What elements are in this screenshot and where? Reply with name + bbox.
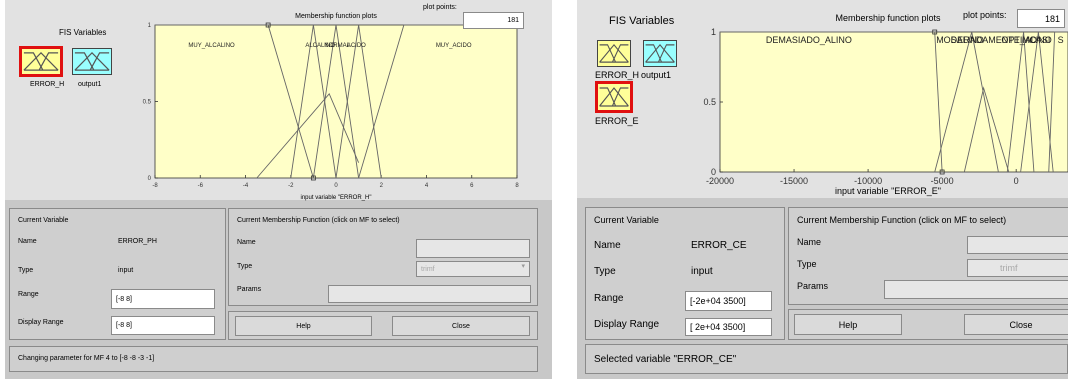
- left-type-label: Type: [18, 267, 34, 274]
- right-range-input[interactable]: [-2e+04 3500]: [685, 291, 772, 311]
- right-mf-name-input[interactable]: [967, 236, 1068, 254]
- left-plot-points-label: plot points:: [423, 4, 457, 11]
- right-plot-title: Membership function plots: [835, 13, 941, 23]
- right-mf-params-input[interactable]: [884, 280, 1068, 299]
- x-tick-label: 4: [425, 183, 429, 189]
- right-x-axis-label: input variable "ERROR_E": [835, 186, 941, 196]
- x-tick-label: -6: [198, 183, 204, 189]
- y-tick-label: 0.5: [143, 100, 152, 106]
- right-mf-params-label: Params: [797, 281, 829, 291]
- y-tick-label: 0: [148, 176, 152, 182]
- left-current-variable-panel: Current Variable Name ERROR_PH Type inpu…: [9, 208, 226, 340]
- right-mf-name-label: Name: [797, 237, 822, 247]
- chevron-down-icon: ▾: [521, 263, 525, 270]
- left-status-bar: Changing parameter for MF 4 to [-8 -8 -3…: [9, 346, 538, 372]
- left-current-variable-title: Current Variable: [18, 217, 69, 224]
- left-mf-params-label: Params: [237, 286, 262, 293]
- left-mf-plot[interactable]: Membership function plots input variable…: [5, 0, 552, 205]
- left-display-range-label: Display Range: [18, 319, 64, 326]
- right-button-bar: Help Close: [788, 309, 1068, 340]
- right-name-value: ERROR_CE: [691, 240, 747, 251]
- left-type-value: input: [118, 267, 134, 274]
- right-type-value: input: [691, 266, 713, 277]
- x-tick-label: -10000: [854, 176, 882, 186]
- right-close-button[interactable]: Close: [964, 314, 1068, 335]
- y-tick-label: 1: [711, 27, 716, 37]
- left-display-range-input[interactable]: [-8 8]: [111, 316, 215, 335]
- x-tick-label: 0: [334, 183, 338, 189]
- left-button-bar: Help Close: [228, 311, 538, 340]
- left-name-label: Name: [18, 238, 37, 245]
- left-name-value: ERROR_PH: [118, 238, 157, 245]
- left-plot-title: Membership function plots: [295, 13, 377, 20]
- mf-label: MUY_ALCALINO: [188, 43, 235, 49]
- left-status-text: Changing parameter for MF 4 to [-8 -8 -3…: [18, 355, 155, 362]
- mf-label: MUY_ACIDO: [436, 43, 472, 49]
- right-current-mf-title: Current Membership Function (click on MF…: [797, 215, 1007, 225]
- x-tick-label: 6: [470, 183, 474, 189]
- x-tick-label: 0: [1014, 176, 1019, 186]
- y-tick-label: 1: [148, 23, 152, 29]
- mf-label: CASI: [1029, 35, 1050, 45]
- right-mf-type-label: Type: [797, 259, 817, 269]
- right-plot-points-label: plot points:: [963, 10, 1007, 20]
- left-x-axis-label: input variable "ERROR_H": [301, 195, 372, 201]
- mf-label: DEMASIADO_ALINO: [766, 35, 852, 45]
- left-current-mf-panel: Current Membership Function (click on MF…: [228, 208, 538, 306]
- right-type-label: Type: [594, 266, 616, 277]
- right-status-bar: Selected variable "ERROR_CE": [585, 344, 1068, 374]
- y-tick-label: 0.5: [703, 97, 716, 107]
- x-tick-label: 8: [515, 183, 519, 189]
- x-tick-label: -4: [243, 183, 249, 189]
- right-current-mf-panel: Current Membership Function (click on MF…: [788, 207, 1068, 305]
- left-current-mf-title: Current Membership Function (click on MF…: [237, 217, 400, 224]
- left-plot-points-input[interactable]: 181: [463, 12, 524, 29]
- right-range-label: Range: [594, 293, 624, 304]
- right-mf-plot[interactable]: Membership function plots input variable…: [577, 0, 1068, 200]
- mf-label: S: [1058, 35, 1064, 45]
- left-mf-name-input[interactable]: [416, 239, 530, 258]
- right-name-label: Name: [594, 240, 621, 251]
- left-mf-type-value: trimf: [421, 265, 435, 273]
- right-mf-type-select[interactable]: trimf ▾: [967, 259, 1068, 277]
- left-mf-type-label: Type: [237, 263, 253, 270]
- x-tick-label: -20000: [706, 176, 734, 186]
- x-tick-label: -5000: [931, 176, 954, 186]
- left-mf-editor-window: FIS Variables ERROR_H output1 Membership…: [5, 0, 552, 379]
- left-help-button[interactable]: Help: [235, 316, 372, 336]
- right-status-text: Selected variable "ERROR_CE": [594, 354, 737, 365]
- right-help-button[interactable]: Help: [794, 314, 902, 335]
- left-mf-params-input[interactable]: [328, 285, 531, 303]
- left-close-button[interactable]: Close: [392, 316, 530, 336]
- left-range-label: Range: [18, 291, 39, 298]
- x-tick-label: -8: [152, 183, 158, 189]
- left-mf-type-select[interactable]: trimf ▾: [416, 261, 530, 277]
- x-tick-label: -2: [288, 183, 294, 189]
- right-display-range-label: Display Range: [594, 319, 660, 330]
- right-mf-type-value: trimf: [1000, 263, 1018, 273]
- x-tick-label: 2: [380, 183, 384, 189]
- right-display-range-input[interactable]: [ 2e+04 3500]: [685, 318, 772, 336]
- right-plot-points-input[interactable]: 181: [1017, 9, 1065, 28]
- mf-label: ACIDO: [347, 43, 366, 49]
- left-mf-name-label: Name: [237, 239, 256, 246]
- right-mf-editor-window: FIS Variables ERROR_H output1 ERROR_E Me…: [577, 0, 1068, 379]
- right-current-variable-panel: Current Variable Name ERROR_CE Type inpu…: [585, 207, 785, 340]
- x-tick-label: -15000: [780, 176, 808, 186]
- right-current-variable-title: Current Variable: [594, 215, 659, 225]
- left-range-input[interactable]: [-8 8]: [111, 289, 215, 309]
